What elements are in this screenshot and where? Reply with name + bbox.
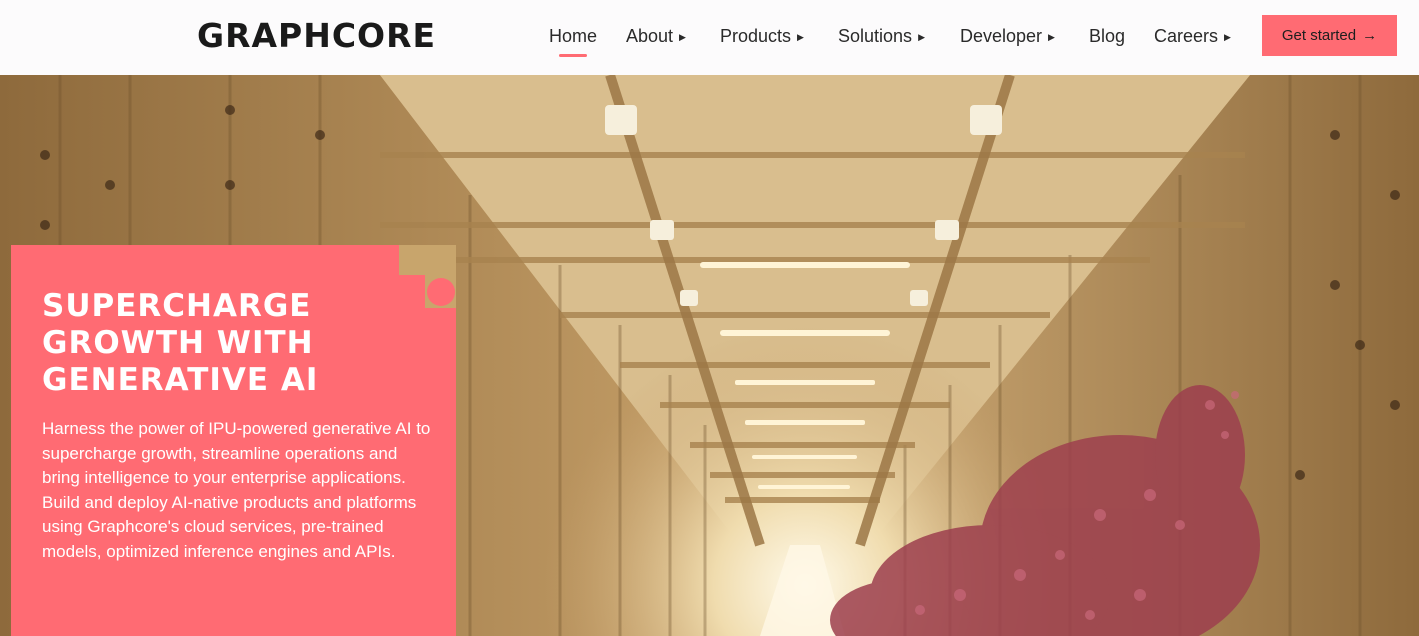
triangle-right-icon: ▶ xyxy=(797,32,804,42)
nav-item-blog[interactable]: Blog xyxy=(1089,24,1125,48)
accent-dot-decoration xyxy=(427,278,455,306)
nav-item-label: Products xyxy=(720,26,792,46)
nav-item-label: About xyxy=(626,26,674,46)
site-header: GRAPHCORE Home About ▶ Products ▶ Solution… xyxy=(0,0,1419,75)
hero-title: SUPERCHARGE GROWTH WITH GENERATIVE AI xyxy=(42,288,319,398)
card-notch-decoration xyxy=(399,245,456,275)
get-started-button[interactable]: Get started → xyxy=(1262,15,1397,56)
nav-item-label: Solutions xyxy=(838,26,913,46)
triangle-right-icon: ▶ xyxy=(1048,32,1055,42)
nav-item-careers[interactable]: Careers ▶ xyxy=(1154,24,1231,48)
nav-item-about[interactable]: About ▶ xyxy=(626,24,686,48)
nav-item-label: Careers xyxy=(1154,26,1219,46)
nav-item-label: Home xyxy=(549,26,598,46)
triangle-right-icon: ▶ xyxy=(918,32,925,42)
get-started-label: Get started xyxy=(1281,27,1357,44)
triangle-right-icon: ▶ xyxy=(679,32,686,42)
nav-item-solutions[interactable]: Solutions ▶ xyxy=(838,24,925,48)
nav-item-developer[interactable]: Developer ▶ xyxy=(960,24,1055,48)
hero-description: Harness the power of IPU-powered generat… xyxy=(42,419,431,561)
nav-item-label: Developer xyxy=(960,26,1043,46)
main-nav: Home About ▶ Products ▶ Solutions ▶ Develop… xyxy=(0,0,1419,75)
triangle-right-icon: ▶ xyxy=(1224,32,1231,42)
arrow-right-icon: → xyxy=(1362,27,1378,44)
nav-item-home[interactable]: Home xyxy=(549,24,598,57)
nav-item-products[interactable]: Products ▶ xyxy=(720,24,804,48)
nav-item-label: Blog xyxy=(1089,26,1126,46)
